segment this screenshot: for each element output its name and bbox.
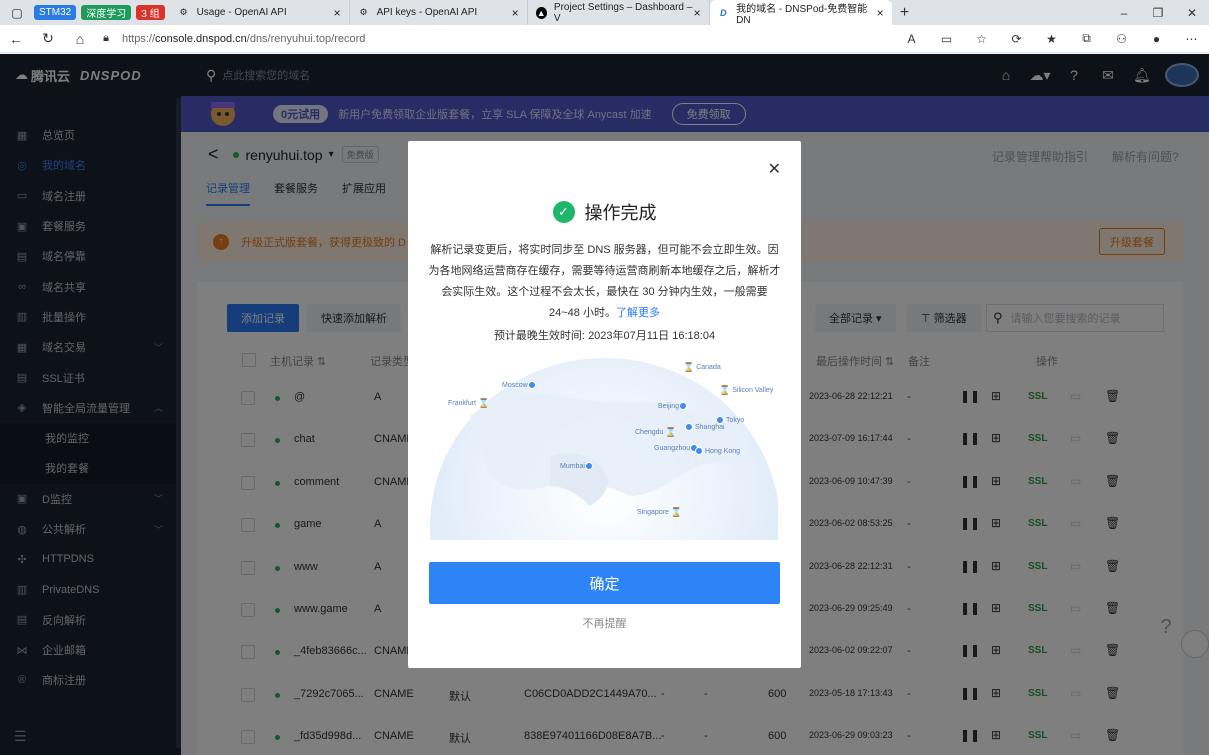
url-field[interactable]: https://console.dnspod.cn/dns/renyuhui.t… [122, 33, 365, 45]
read-aloud-icon[interactable]: A [894, 32, 929, 46]
new-tab-icon[interactable]: + [892, 4, 918, 22]
browser-tab-strip: ▢ STM32 深度学习 3 组 ⚙ Usage - OpenAI API × … [0, 0, 1209, 26]
favorites-icon[interactable]: ★ [1034, 32, 1069, 46]
close-tab-icon[interactable]: × [694, 6, 701, 20]
close-tab-icon[interactable]: × [877, 6, 884, 20]
city-hong-kong: Hong Kong [695, 447, 740, 455]
openai-icon: ⚙ [359, 7, 368, 17]
modal-body: 解析记录变更后，将实时同步至 DNS 服务器，但可能不会立即生效。因为各地网络运… [428, 244, 781, 319]
close-window-icon[interactable]: ✕ [1175, 6, 1209, 20]
reader-view-icon[interactable]: ▭ [929, 32, 964, 46]
eta-text: 预计最晚生效时间: 2023年07月11日 16:18:04 [493, 330, 716, 342]
openai-icon: ⚙ [179, 7, 188, 17]
refresh-page-icon[interactable]: ⟳ [999, 32, 1034, 46]
city-singapore: Singapore ⌛ [637, 507, 683, 517]
check-circle-icon: ✓ [552, 201, 575, 223]
collections-icon[interactable]: ⧉ [1069, 31, 1104, 46]
close-tab-icon[interactable]: × [334, 6, 341, 20]
city-silicon-valley: ⌛ Silicon Valley [719, 385, 774, 395]
toolbar-icons: A ▭ ☆ ⟳ ★ ⧉ ⚇ ● ⋯ [894, 31, 1209, 46]
more-icon[interactable]: ⋯ [1174, 32, 1209, 46]
refresh-icon[interactable]: ↻ [32, 30, 64, 47]
home-icon[interactable]: ⌂ [64, 31, 96, 47]
lock-icon[interactable]: 🔒︎ [96, 32, 116, 45]
tab-title: API keys - OpenAI API [376, 7, 478, 18]
browser-tab-dnspod[interactable]: D 我的域名 - DNSPod-免费智能DN × [709, 0, 892, 26]
city-frankfurt: Frankfurt ⌛ [448, 398, 490, 408]
learn-more-link[interactable]: 了解更多 [616, 307, 660, 319]
browser-tab-openai-usage[interactable]: ⚙ Usage - OpenAI API × [170, 0, 350, 25]
address-bar: ← ↻ ⌂ 🔒︎ https://console.dnspod.cn/dns/r… [0, 25, 1209, 53]
tab-title: 我的域名 - DNSPod-免费智能DN [736, 3, 868, 26]
tab-group-stm32[interactable]: STM32 [34, 5, 77, 20]
profile-avatar[interactable]: ● [1139, 32, 1174, 46]
browser-tab-openai-keys[interactable]: ⚙ API keys - OpenAI API × [350, 0, 528, 25]
tab-title: Usage - OpenAI API [196, 7, 287, 18]
close-tab-icon[interactable]: × [512, 6, 519, 20]
city-mumbai: Mumbai [560, 462, 595, 470]
browser-tab-vercel[interactable]: ▲ Project Settings – Dashboard – V × [528, 0, 710, 25]
operation-complete-modal: ✕ ✓ 操作完成 解析记录变更后，将实时同步至 DNS 服务器，但可能不会立即生… [408, 141, 801, 668]
restore-icon[interactable]: ❐ [1141, 6, 1175, 20]
tab-actions-icon[interactable]: ▢ [0, 6, 34, 20]
dont-remind-link[interactable]: 不再提醒 [408, 615, 801, 631]
close-icon[interactable]: ✕ [768, 159, 781, 179]
city-moscow: Moscow [502, 381, 538, 389]
window-controls: – ❐ ✕ [1107, 6, 1209, 20]
city-beijing: Beijing [658, 402, 689, 410]
city-canada: ⌛ Canada [683, 362, 721, 372]
dnspod-icon: D [720, 7, 727, 18]
minimize-icon[interactable]: – [1107, 6, 1141, 20]
back-icon[interactable]: ← [0, 31, 32, 47]
city-guangzhou: Guangzhou [654, 444, 700, 452]
tab-group-3[interactable]: 3 组 [136, 5, 165, 20]
confirm-button[interactable]: 确定 [429, 562, 780, 604]
extensions-icon[interactable]: ⚇ [1104, 32, 1139, 46]
city-chengdu: Chengdu ⌛ [635, 427, 677, 437]
city-shanghai: Shanghai [685, 423, 725, 431]
vercel-icon: ▲ [535, 6, 547, 19]
tab-group-deep-learning[interactable]: 深度学习 [81, 5, 132, 20]
tab-title: Project Settings – Dashboard – V [553, 1, 693, 24]
globe-map: ⌛ Canada Moscow ⌛ Silicon Valley Frankfurt… [430, 356, 778, 540]
modal-title: ✓ 操作完成 [408, 199, 801, 225]
favorite-star-icon[interactable]: ☆ [964, 32, 999, 46]
